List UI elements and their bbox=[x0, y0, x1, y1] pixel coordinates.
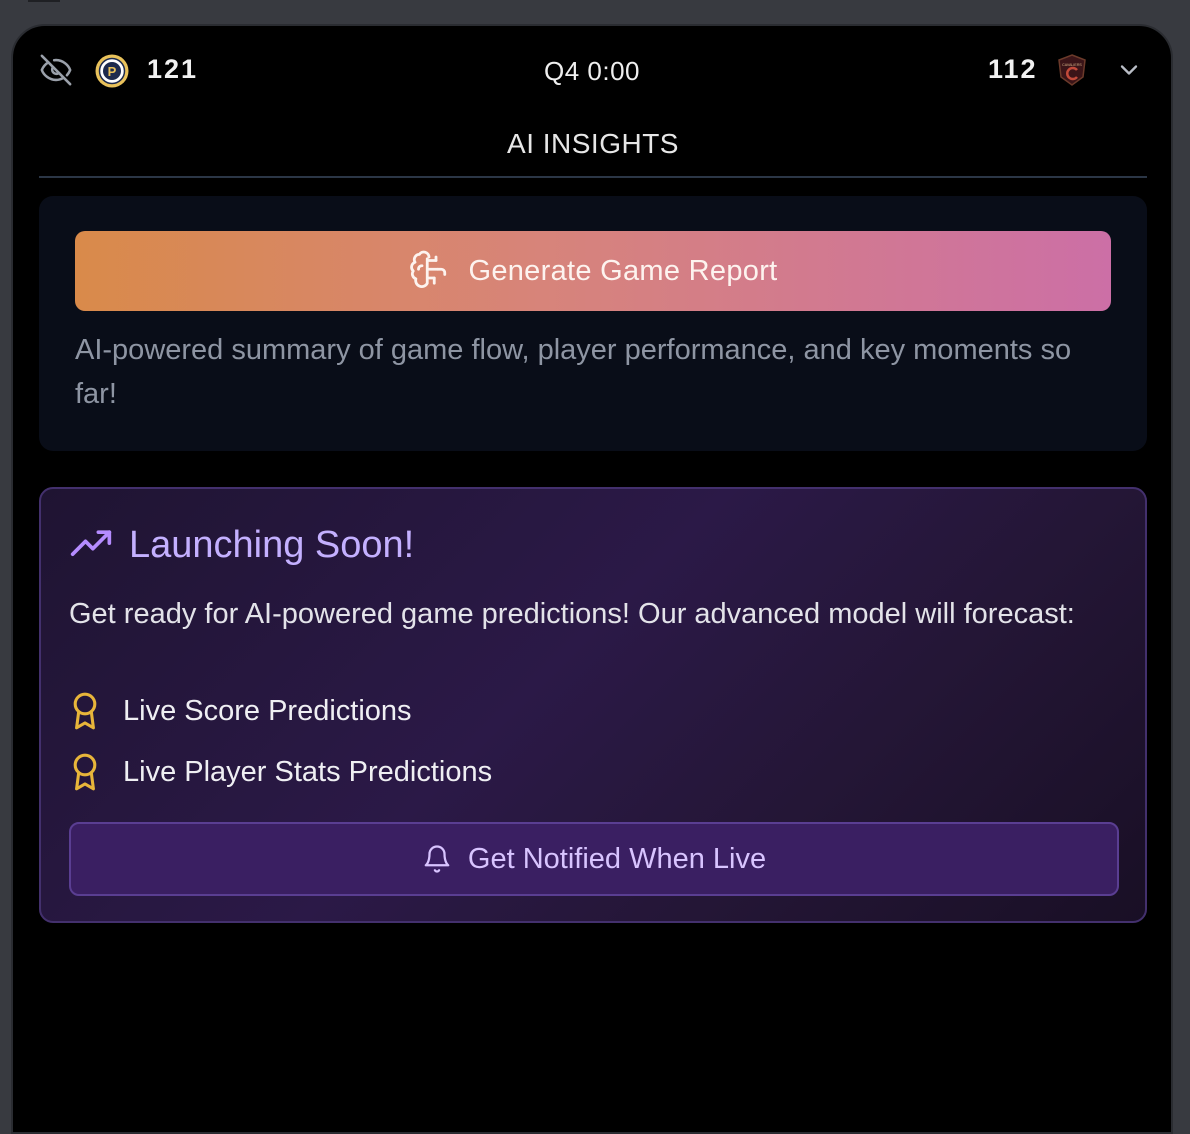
award-icon bbox=[73, 753, 97, 791]
svg-text:CAVALIERS: CAVALIERS bbox=[1062, 63, 1082, 67]
award-icon bbox=[73, 692, 97, 730]
launch-description: Get ready for AI-powered game prediction… bbox=[69, 598, 1075, 630]
window-top-strip bbox=[0, 0, 1190, 24]
report-description: AI-powered summary of game flow, player … bbox=[75, 334, 1072, 410]
scoreboard: P 121 Q4 0:00 112 CAVALIERS bbox=[13, 26, 1171, 116]
brain-icon bbox=[410, 250, 447, 288]
section-title: AI INSIGHTS bbox=[39, 128, 1147, 178]
feature-label: Live Player Stats Predictions bbox=[123, 755, 493, 788]
launch-title: Launching Soon! bbox=[129, 523, 415, 566]
feature-item: Live Player Stats Predictions bbox=[71, 752, 492, 792]
get-notified-label: Get Notified When Live bbox=[467, 842, 767, 875]
window-control-hint bbox=[28, 0, 60, 2]
get-notified-button[interactable]: Get Notified When Live bbox=[69, 822, 1119, 896]
launch-header: Launching Soon! bbox=[69, 523, 414, 567]
game-report-card: Generate Game Report AI-powered summary … bbox=[39, 196, 1147, 451]
generate-game-report-button[interactable]: Generate Game Report bbox=[75, 231, 1111, 311]
trending-up-icon bbox=[70, 530, 112, 556]
bell-icon bbox=[424, 845, 450, 873]
feature-label: Live Score Predictions bbox=[123, 694, 412, 727]
feature-item: Live Score Predictions bbox=[71, 691, 412, 731]
away-team-logo: CAVALIERS bbox=[1058, 54, 1086, 86]
launching-soon-card: Launching Soon! Get ready for AI-powered… bbox=[39, 487, 1147, 923]
generate-report-label: Generate Game Report bbox=[468, 254, 778, 287]
chevron-down-icon[interactable] bbox=[1115, 56, 1143, 84]
away-score: 112 bbox=[988, 54, 1038, 84]
game-panel: P 121 Q4 0:00 112 CAVALIERS AI INSIGHTS bbox=[11, 24, 1173, 1134]
